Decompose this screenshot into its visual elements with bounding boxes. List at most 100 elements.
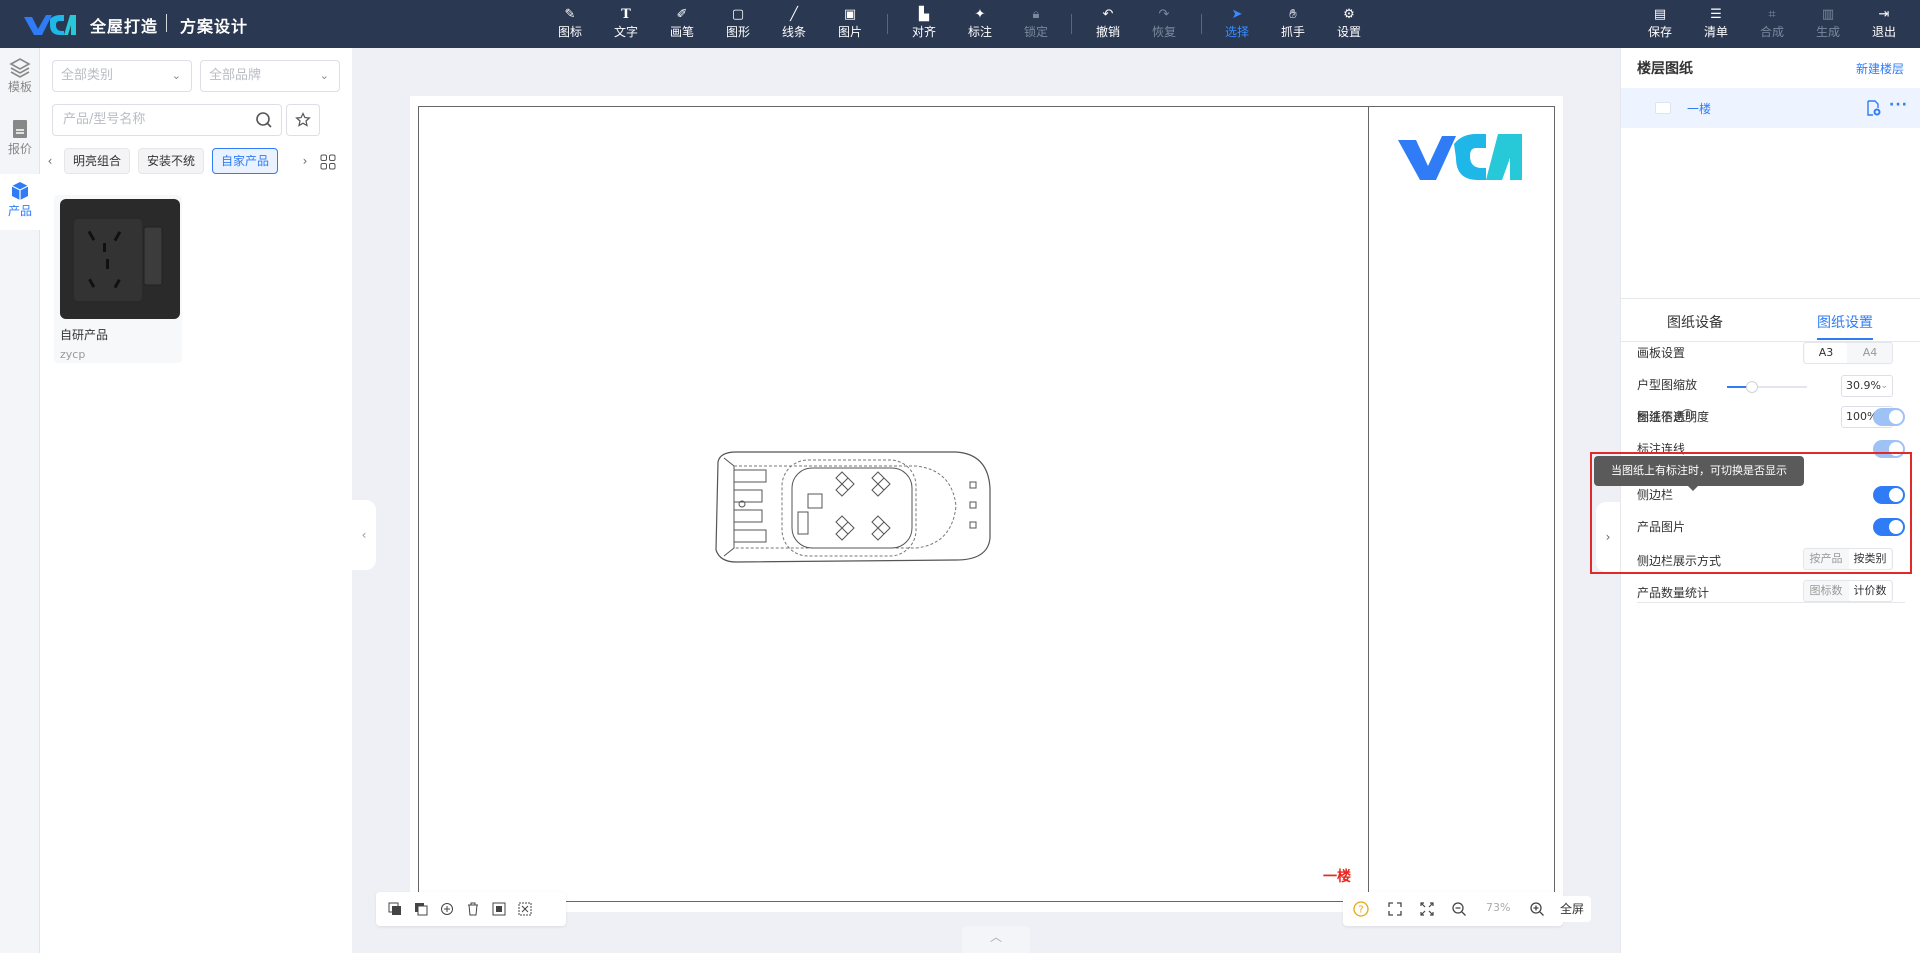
product-card[interactable]: 自研产品 zycp — [54, 195, 182, 363]
rail-item-product[interactable]: 产品 — [0, 174, 40, 230]
cube-icon — [11, 182, 29, 200]
chip-install[interactable]: 安装不统 — [138, 148, 205, 174]
count-label: 产品数量统计 — [1637, 586, 1710, 600]
chevron-down-icon: ⌄ — [1880, 381, 1888, 391]
board-a4-option[interactable]: A4 — [1849, 343, 1891, 363]
tool-annotate-button[interactable]: ✦ 标注 — [966, 6, 994, 44]
more-options-icon[interactable]: ··· — [1889, 97, 1908, 113]
brand-select[interactable]: 全部品牌 ⌄ — [200, 60, 340, 92]
zoom-out-icon[interactable] — [1451, 901, 1467, 917]
tool-undo-button[interactable]: ↶ 撤销 — [1094, 6, 1122, 44]
gear-icon: ⚙ — [1343, 7, 1355, 22]
tool-line-button[interactable]: ╱ 线条 — [780, 6, 808, 44]
plan-zoom-slider[interactable] — [1727, 381, 1807, 393]
tool-label: 抓手 — [1280, 25, 1305, 39]
toolbar-divider — [887, 14, 888, 34]
list-icon: ☰ — [1710, 7, 1722, 22]
generate-button[interactable]: ▥ 生成 — [1814, 6, 1842, 44]
rail-item-quote[interactable]: 报价 — [0, 112, 40, 168]
annotation-line-label: 标注连线 — [1637, 442, 1686, 456]
bring-front-icon[interactable] — [388, 902, 402, 916]
chevron-right-icon: › — [302, 154, 308, 168]
ungroup-icon[interactable] — [518, 902, 532, 916]
zoom-in-icon[interactable] — [1529, 901, 1545, 917]
tool-image-button[interactable]: ▣ 图片 — [836, 6, 864, 44]
product-code: zycp — [60, 348, 86, 361]
board-a3-option[interactable]: A3 — [1805, 343, 1847, 363]
copy-icon[interactable] — [440, 902, 454, 916]
tool-settings-button[interactable]: ⚙ 设置 — [1335, 6, 1363, 44]
fit-screen-icon[interactable] — [1387, 901, 1403, 917]
by-product-option[interactable]: 按产品 — [1805, 549, 1847, 569]
tool-icon-button[interactable]: ✎ 图标 — [556, 6, 584, 44]
tool-label: 撤销 — [1095, 25, 1120, 39]
grid-view-icon[interactable] — [320, 154, 336, 170]
floor-plan-drawing — [715, 451, 991, 563]
sidebar-toggle[interactable] — [1873, 486, 1905, 504]
fullscreen-button[interactable]: 全屏 — [1553, 896, 1591, 922]
floor-name: 一楼 — [1687, 102, 1712, 116]
exit-button[interactable]: ⇥ 退出 — [1870, 6, 1898, 44]
send-back-icon[interactable] — [414, 902, 428, 916]
favorite-button[interactable] — [286, 104, 320, 136]
generate-icon: ▥ — [1821, 7, 1835, 22]
tool-align-button[interactable]: ▙ 对齐 — [910, 6, 938, 44]
zoom-level: 73% — [1486, 901, 1511, 914]
expand-bottom-panel-button[interactable]: ︿ — [962, 926, 1030, 953]
tool-lock-button[interactable]: 🔒︎ 锁定 — [1022, 6, 1050, 44]
sheet-floor-label: 一楼 — [1323, 869, 1351, 885]
trash-icon[interactable] — [466, 902, 480, 916]
chips-prev-button[interactable]: ‹ — [42, 148, 58, 174]
tool-pen-button[interactable]: ✐ 画笔 — [668, 6, 696, 44]
chip-bright-combo[interactable]: 明亮组合 — [64, 148, 131, 174]
floor-thumbnail-icon — [1655, 102, 1671, 114]
tool-label: 标注 — [967, 25, 992, 39]
drawing-sheet[interactable]: 一楼 — [410, 96, 1563, 912]
compose-button[interactable]: ⌗ 合成 — [1758, 6, 1786, 44]
left-rail: 模板 报价 产品 — [0, 48, 40, 953]
add-plan-icon[interactable] — [1865, 100, 1881, 116]
tool-label: 图标 — [557, 25, 582, 39]
plan-zoom-input[interactable]: 30.9% ⌄ — [1841, 375, 1893, 397]
save-button[interactable]: ▤ 保存 — [1646, 6, 1674, 44]
tool-redo-button[interactable]: ↷ 恢复 — [1150, 6, 1178, 44]
annotation-tooltip: 当图纸上有标注时，可切换是否显示 — [1594, 456, 1804, 491]
by-category-option[interactable]: 按类别 — [1849, 549, 1891, 569]
chip-own-product[interactable]: 自家产品 — [212, 148, 279, 174]
category-select[interactable]: 全部类别 ⌄ — [52, 60, 192, 92]
icon-count-option[interactable]: 图标数 — [1805, 581, 1847, 601]
plan-zoom-label: 户型图缩放 — [1637, 378, 1698, 392]
search-input[interactable]: 产品/型号名称 — [52, 104, 282, 136]
undo-icon: ↶ — [1102, 7, 1114, 22]
text-icon: T — [621, 7, 631, 22]
product-name: 自研产品 — [60, 328, 109, 342]
tool-label: 恢复 — [1151, 25, 1176, 39]
tool-select-button[interactable]: ➤ 选择 — [1223, 6, 1251, 44]
collapse-right-panel-button[interactable]: › — [1596, 502, 1620, 572]
slider-handle[interactable] — [1745, 381, 1758, 393]
chips-next-button[interactable]: › — [297, 148, 313, 174]
new-floor-button[interactable]: 新建楼层 — [1856, 60, 1904, 77]
tool-text-button[interactable]: T 文字 — [612, 6, 640, 44]
tab-plan-settings[interactable]: 图纸设置 — [1817, 312, 1873, 332]
brand-name: 全屋打造 — [90, 17, 159, 36]
annotation-info-toggle[interactable] — [1873, 408, 1905, 426]
product-image-toggle[interactable] — [1873, 518, 1905, 536]
info-icon[interactable]: ! — [1681, 409, 1694, 422]
rail-item-template[interactable]: 模板 — [0, 50, 40, 106]
collapse-left-panel-button[interactable]: ‹ — [352, 500, 376, 570]
brand-logo — [24, 15, 76, 35]
expand-icon[interactable] — [1419, 901, 1435, 917]
help-icon[interactable]: ? — [1353, 901, 1369, 917]
tool-hand-button[interactable]: ✋︎ 抓手 — [1279, 6, 1307, 44]
count-mode-toggle: 图标数 计价数 — [1803, 580, 1893, 602]
price-count-option[interactable]: 计价数 — [1849, 581, 1891, 601]
floor-list-item[interactable]: 一楼 ··· — [1621, 88, 1920, 128]
list-button[interactable]: ☰ 清单 — [1702, 6, 1730, 44]
tab-plan-devices[interactable]: 图纸设备 — [1667, 312, 1723, 332]
tool-shape-button[interactable]: ▢ 图形 — [724, 6, 752, 44]
group-icon[interactable] — [492, 902, 506, 916]
annotation-line-toggle[interactable] — [1873, 440, 1905, 458]
board-setting-label: 画板设置 — [1637, 346, 1686, 360]
search-icon[interactable] — [255, 111, 273, 129]
